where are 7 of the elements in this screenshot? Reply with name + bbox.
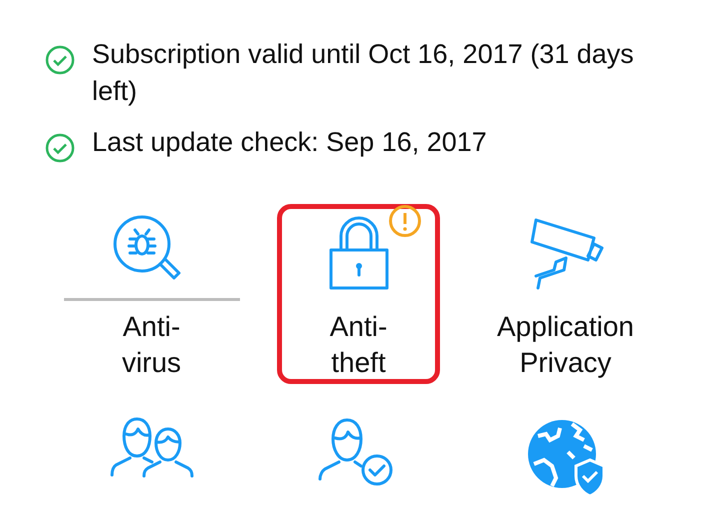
feature-label[interactable]: Application Privacy xyxy=(497,309,634,381)
status-text: Subscription valid until Oct 16, 2017 (31 days left) xyxy=(92,38,635,108)
feature-label[interactable]: Anti- theft xyxy=(330,309,388,381)
check-circle-icon xyxy=(44,132,76,164)
feature-label[interactable]: Anti- virus xyxy=(122,309,182,381)
status-text: Last update check: Sep 16, 2017 xyxy=(92,126,488,159)
check-circle-icon xyxy=(44,44,76,76)
